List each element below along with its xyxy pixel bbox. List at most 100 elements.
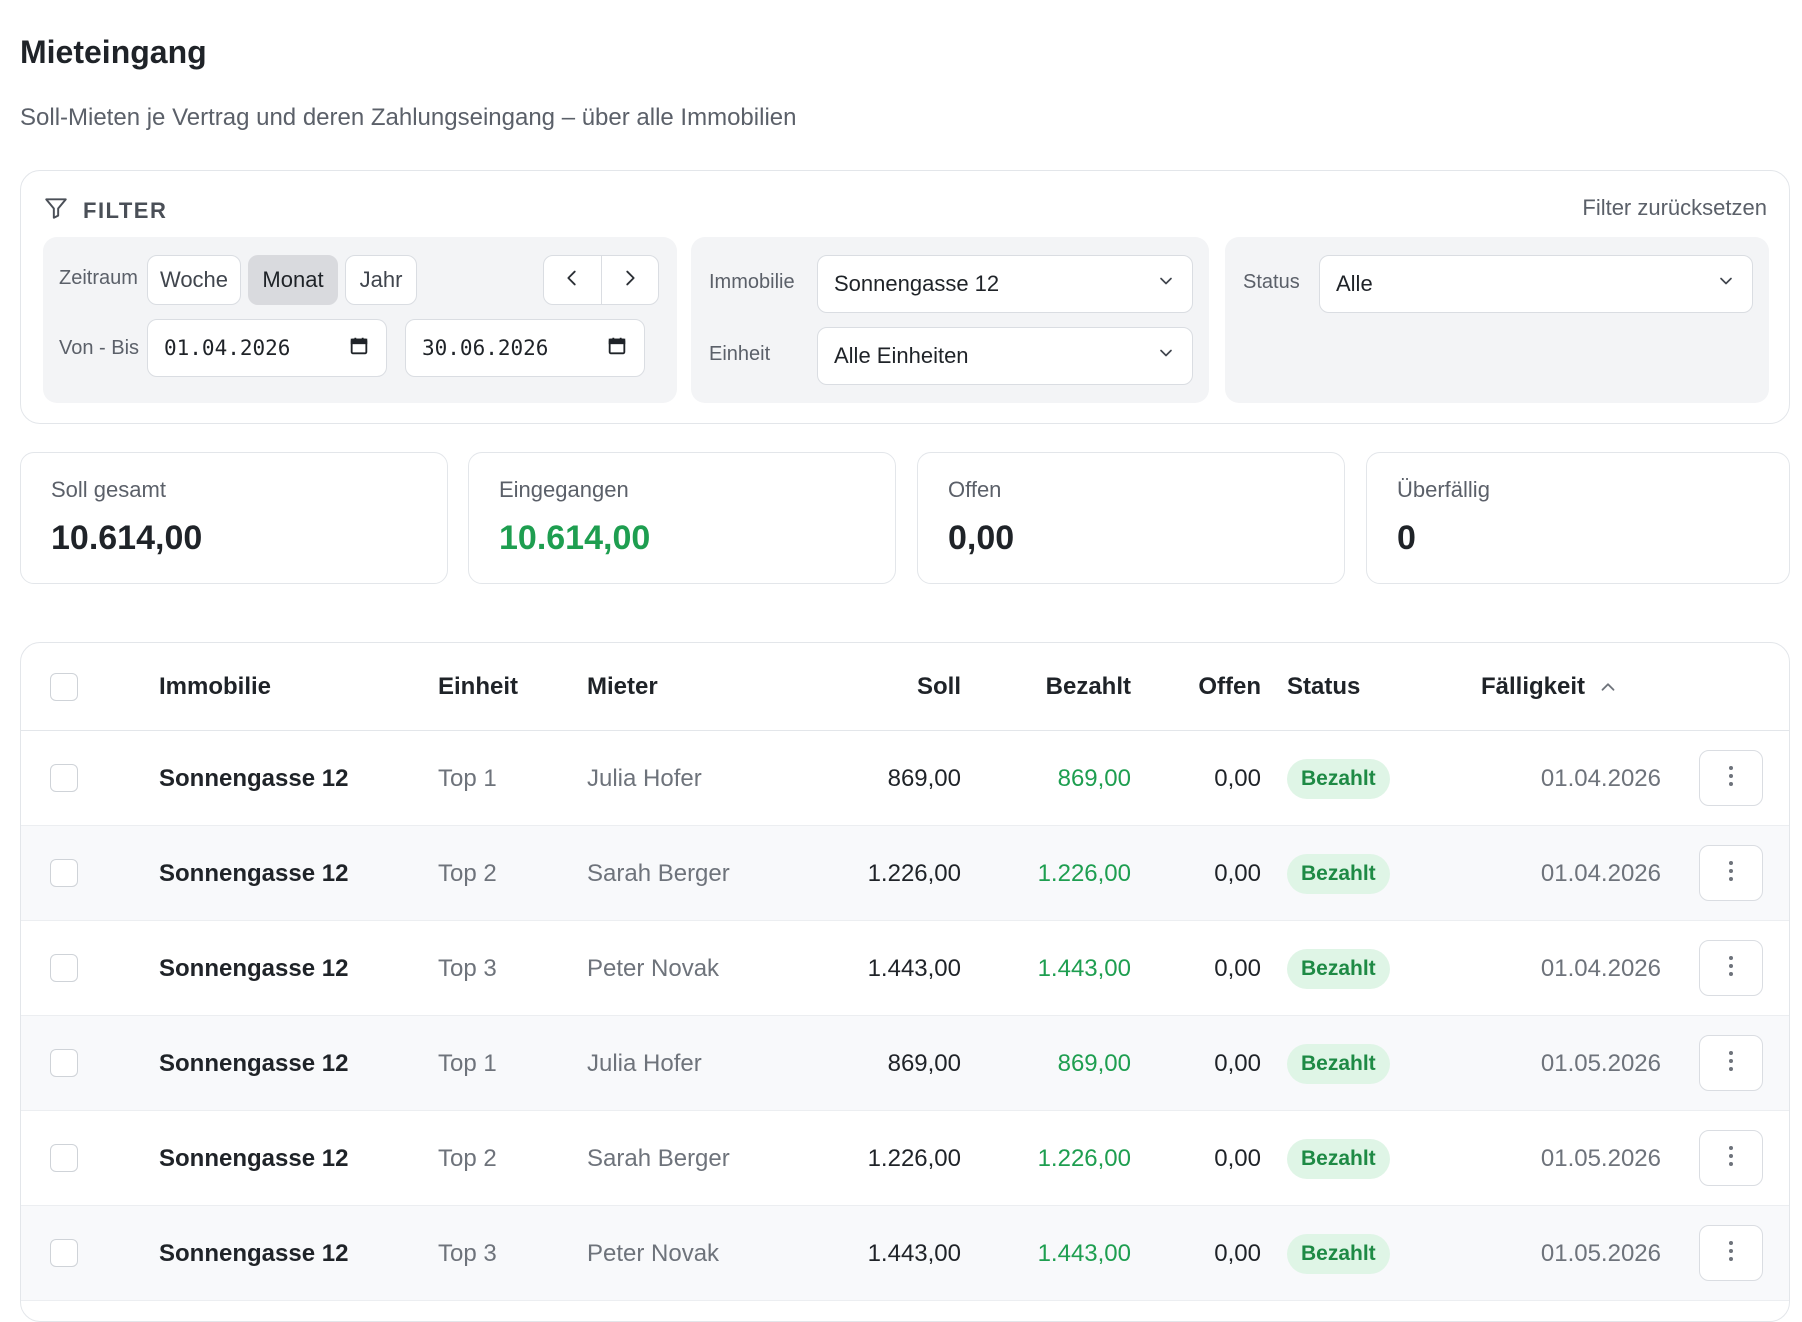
chevron-down-icon [1716, 271, 1736, 297]
cell-soll: 1.443,00 [867, 1239, 961, 1267]
cell-mieter: Sarah Berger [587, 859, 730, 887]
table-row[interactable]: Sonnengasse 12 Top 3 Peter Novak 1.443,0… [21, 1206, 1789, 1301]
period-filter-group: Zeitraum Woche Monat Jahr Von - Bis 01.0… [43, 237, 677, 403]
column-bezahlt[interactable]: Bezahlt [981, 643, 1131, 731]
cell-immobilie: Sonnengasse 12 [159, 1049, 349, 1077]
immobilie-label: Immobilie [709, 271, 795, 293]
segment-woche-button[interactable]: Woche [147, 255, 241, 305]
cell-bezahlt: 1.443,00 [1037, 1239, 1131, 1267]
cell-faelligkeit: 01.04.2026 [1540, 764, 1661, 792]
cell-soll: 869,00 [887, 1049, 961, 1077]
cell-immobilie: Sonnengasse 12 [159, 954, 349, 982]
table-row[interactable]: Sonnengasse 12 Top 1 Julia Hofer 869,00 … [21, 731, 1789, 826]
table-row[interactable]: Sonnengasse 12 Top 3 Peter Novak 1.443,0… [21, 921, 1789, 1016]
segment-monat-button[interactable]: Monat [248, 255, 338, 305]
calendar-icon[interactable] [606, 335, 628, 362]
column-offen[interactable]: Offen [1151, 643, 1261, 731]
column-faelligkeit[interactable]: Fälligkeit [1481, 643, 1619, 731]
status-label: Status [1243, 271, 1300, 293]
table-row[interactable]: Sonnengasse 12 Top 2 Sarah Berger 1.226,… [21, 826, 1789, 921]
cell-einheit: Top 3 [438, 1239, 497, 1267]
cell-bezahlt: 869,00 [1057, 1049, 1131, 1077]
cell-immobilie: Sonnengasse 12 [159, 1144, 349, 1172]
row-checkbox[interactable] [50, 1144, 78, 1172]
stat-card-eingegangen: Eingegangen 10.614,00 [468, 452, 896, 584]
column-immobilie[interactable]: Immobilie [159, 643, 271, 731]
stat-label: Offen [948, 477, 1002, 502]
immobilie-value: Sonnengasse 12 [834, 271, 1000, 296]
cell-bezahlt: 1.226,00 [1037, 1144, 1131, 1172]
row-menu-button[interactable] [1699, 1035, 1763, 1091]
cell-bezahlt: 1.226,00 [1037, 859, 1131, 887]
column-faelligkeit-label: Fälligkeit [1481, 673, 1586, 700]
column-soll[interactable]: Soll [801, 643, 961, 731]
status-select[interactable]: Alle [1319, 255, 1753, 313]
stat-value: 0,00 [948, 519, 1015, 557]
row-menu-button[interactable] [1699, 1130, 1763, 1186]
status-value: Alle [1336, 271, 1373, 296]
row-checkbox[interactable] [50, 1049, 78, 1077]
cell-soll: 1.443,00 [867, 954, 961, 982]
immobilie-select[interactable]: Sonnengasse 12 [817, 255, 1193, 313]
row-menu-button[interactable] [1699, 1225, 1763, 1281]
table-row[interactable]: Sonnengasse 12 Top 2 Sarah Berger 1.226,… [21, 1111, 1789, 1206]
date-to-input[interactable]: 30.06.2026 [405, 319, 645, 377]
date-to-value: 30.06.2026 [422, 336, 549, 360]
kebab-icon [1728, 859, 1734, 888]
status-badge: Bezahlt [1287, 1043, 1390, 1084]
stat-label: Soll gesamt [51, 477, 166, 502]
cell-einheit: Top 3 [438, 954, 497, 982]
cell-soll: 1.226,00 [867, 859, 961, 887]
row-menu-button[interactable] [1699, 750, 1763, 806]
page-title: Mieteingang [20, 34, 207, 70]
filter-panel: FILTER Filter zurücksetzen Zeitraum Woch… [20, 170, 1790, 424]
row-menu-button[interactable] [1699, 845, 1763, 901]
segment-jahr-button[interactable]: Jahr [345, 255, 417, 305]
row-checkbox[interactable] [50, 764, 78, 792]
period-nav [543, 255, 659, 305]
einheit-label: Einheit [709, 343, 771, 365]
cell-einheit: Top 2 [438, 1144, 497, 1172]
row-checkbox[interactable] [50, 859, 78, 887]
kebab-icon [1728, 1239, 1734, 1268]
next-period-button[interactable] [600, 256, 659, 304]
cell-bezahlt: 869,00 [1057, 764, 1131, 792]
kebab-icon [1728, 954, 1734, 983]
status-badge: Bezahlt [1287, 1138, 1390, 1179]
cell-immobilie: Sonnengasse 12 [159, 1239, 349, 1267]
cell-mieter: Julia Hofer [587, 1049, 702, 1077]
chevron-right-icon [619, 267, 641, 294]
calendar-icon[interactable] [348, 335, 370, 362]
filter-heading: FILTER [83, 197, 168, 223]
cell-einheit: Top 1 [438, 1049, 497, 1077]
filter-header: FILTER [43, 195, 167, 226]
stat-card-soll: Soll gesamt 10.614,00 [20, 452, 448, 584]
reset-filter-button[interactable]: Filter zurücksetzen [1582, 195, 1767, 221]
stat-label: Überfällig [1397, 477, 1490, 502]
cell-immobilie: Sonnengasse 12 [159, 764, 349, 792]
cell-offen: 0,00 [1214, 954, 1261, 982]
cell-mieter: Peter Novak [587, 1239, 720, 1267]
cell-einheit: Top 2 [438, 859, 497, 887]
column-einheit[interactable]: Einheit [438, 643, 518, 731]
cell-bezahlt: 1.443,00 [1037, 954, 1131, 982]
row-checkbox[interactable] [50, 954, 78, 982]
status-badge: Bezahlt [1287, 758, 1390, 799]
cell-faelligkeit: 01.05.2026 [1540, 1144, 1661, 1172]
column-status[interactable]: Status [1287, 643, 1360, 731]
einheit-select[interactable]: Alle Einheiten [817, 327, 1193, 385]
stat-value: 0 [1397, 519, 1416, 557]
cell-offen: 0,00 [1214, 1239, 1261, 1267]
date-from-input[interactable]: 01.04.2026 [147, 319, 387, 377]
row-menu-button[interactable] [1699, 940, 1763, 996]
status-badge: Bezahlt [1287, 853, 1390, 894]
row-checkbox[interactable] [50, 1239, 78, 1267]
status-badge: Bezahlt [1287, 948, 1390, 989]
einheit-value: Alle Einheiten [834, 343, 969, 368]
column-mieter[interactable]: Mieter [587, 643, 658, 731]
stat-value: 10.614,00 [51, 519, 203, 557]
select-all-checkbox[interactable] [50, 673, 78, 701]
table-row[interactable]: Sonnengasse 12 Top 1 Julia Hofer 869,00 … [21, 1016, 1789, 1111]
von-bis-label: Von - Bis [59, 337, 140, 359]
prev-period-button[interactable] [544, 256, 601, 304]
